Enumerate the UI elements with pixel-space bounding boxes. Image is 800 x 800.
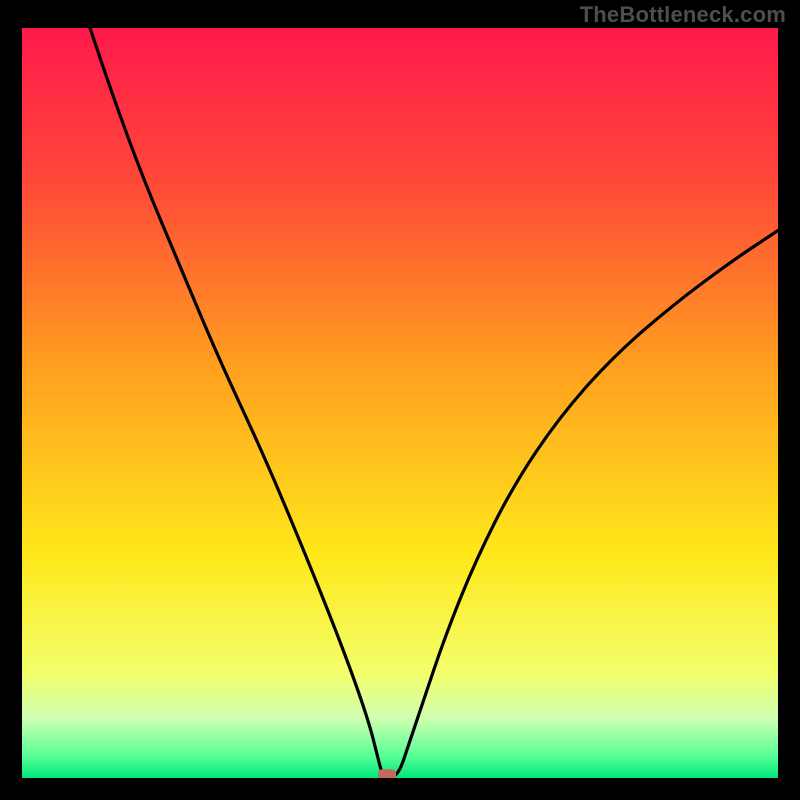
chart-frame: TheBottleneck.com xyxy=(0,0,800,800)
bottleneck-marker xyxy=(378,769,396,778)
chart-plot xyxy=(22,28,778,778)
watermark-text: TheBottleneck.com xyxy=(580,2,786,28)
chart-svg xyxy=(22,28,778,778)
chart-background xyxy=(22,28,778,778)
